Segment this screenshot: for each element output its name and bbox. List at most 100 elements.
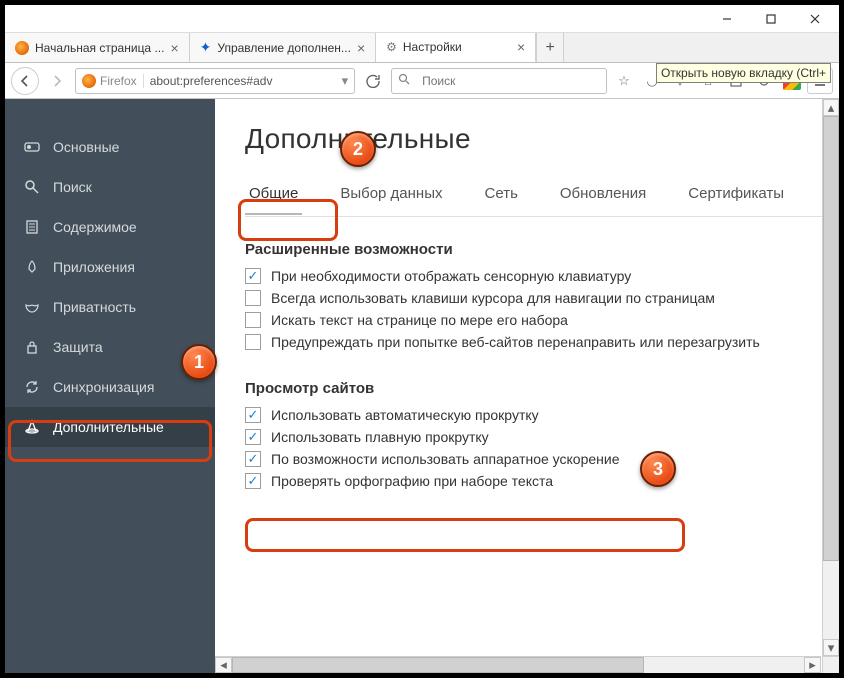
scroll-track[interactable] [823, 116, 839, 639]
window-minimize-button[interactable] [705, 6, 749, 32]
option-touch-keyboard: При необходимости отображать сенсорную к… [245, 268, 839, 284]
sidebar-item-label: Защита [53, 339, 103, 355]
option-label: Использовать плавную прокрутку [271, 429, 489, 445]
scroll-thumb[interactable] [823, 116, 839, 561]
sidebar-item-general[interactable]: Основные [5, 127, 215, 167]
search-box[interactable] [391, 68, 607, 94]
tab-addons[interactable]: ✦ Управление дополнен... × [190, 33, 376, 62]
close-icon[interactable]: × [517, 39, 525, 55]
scroll-thumb[interactable] [232, 657, 644, 673]
sidebar-item-privacy[interactable]: Приватность [5, 287, 215, 327]
dropdown-icon[interactable]: ▾ [336, 73, 355, 89]
firefox-icon [15, 41, 29, 55]
option-hardware-acceleration: По возможности использовать аппаратное у… [245, 451, 839, 467]
switch-icon [23, 139, 41, 155]
tab-label: Начальная страница ... [35, 41, 164, 55]
option-label: При необходимости отображать сенсорную к… [271, 268, 631, 284]
option-checkbox[interactable] [245, 290, 261, 306]
url-bar[interactable]: Firefox ▾ [75, 68, 355, 94]
sidebar-item-sync[interactable]: Синхронизация [5, 367, 215, 407]
option-warn-redirect: Предупреждать при попытке веб-сайтов пер… [245, 334, 839, 350]
option-label: По возможности использовать аппаратное у… [271, 451, 620, 467]
close-icon[interactable]: × [170, 40, 178, 56]
settings-content: Дополнительные Общие Выбор данных Сеть О… [215, 99, 839, 673]
option-autoscroll: Использовать автоматическую прокрутку [245, 407, 839, 423]
sidebar-item-label: Дополнительные [53, 419, 164, 435]
subtab-data-choices[interactable]: Выбор данных [336, 179, 446, 214]
option-label: Искать текст на странице по мере его наб… [271, 312, 568, 328]
wizard-hat-icon [23, 419, 41, 435]
tab-settings[interactable]: ⚙ Настройки × [376, 33, 536, 62]
sidebar-item-search[interactable]: Поиск [5, 167, 215, 207]
gear-icon: ⚙ [386, 40, 397, 54]
option-checkbox[interactable] [245, 451, 261, 467]
option-search-typing: Искать текст на странице по мере его наб… [245, 312, 839, 328]
sidebar-item-label: Приватность [53, 299, 136, 315]
url-input[interactable] [144, 74, 336, 88]
new-tab-tooltip: Открыть новую вкладку (Ctrl+ [656, 63, 831, 83]
sidebar-item-label: Основные [53, 139, 119, 155]
tab-strip-fill [564, 33, 839, 62]
subtab-updates[interactable]: Обновления [556, 179, 650, 214]
star-icon[interactable]: ☆ [611, 68, 637, 94]
window-close-button[interactable] [793, 6, 837, 32]
option-spellcheck: Проверять орфографию при наборе текста [245, 473, 839, 489]
sidebar-item-label: Содержимое [53, 219, 137, 235]
scroll-right-button[interactable]: ▸ [804, 657, 821, 673]
tab-start-page[interactable]: Начальная страница ... × [5, 33, 190, 62]
sidebar-item-label: Приложения [53, 259, 135, 275]
option-label: Предупреждать при попытке веб-сайтов пер… [271, 334, 760, 350]
subtab-general[interactable]: Общие [245, 179, 302, 214]
search-icon [392, 73, 416, 88]
option-checkbox[interactable] [245, 334, 261, 350]
option-cursor-keys: Всегда использовать клавиши курсора для … [245, 290, 839, 306]
main-area: Основные Поиск Содержимое Приложения При… [5, 99, 839, 673]
sidebar-item-security[interactable]: Защита [5, 327, 215, 367]
nav-back-button[interactable] [11, 67, 39, 95]
firefox-icon [82, 74, 96, 88]
advanced-subtabs: Общие Выбор данных Сеть Обновления Серти… [245, 179, 839, 217]
subtab-network[interactable]: Сеть [481, 179, 522, 214]
option-label: Проверять орфографию при наборе текста [271, 473, 553, 489]
horizontal-scrollbar[interactable]: ◂ ▸ [215, 656, 821, 673]
scroll-up-button[interactable]: ▴ [823, 99, 839, 116]
identity-box[interactable]: Firefox [76, 74, 144, 88]
mask-icon [23, 299, 41, 315]
puzzle-icon: ✦ [200, 39, 212, 56]
sidebar-item-content[interactable]: Содержимое [5, 207, 215, 247]
option-smooth-scroll: Использовать плавную прокрутку [245, 429, 839, 445]
rocket-icon [23, 259, 41, 275]
window-titlebar [5, 5, 839, 33]
option-checkbox[interactable] [245, 407, 261, 423]
option-checkbox[interactable] [245, 268, 261, 284]
option-checkbox[interactable] [245, 429, 261, 445]
scroll-track[interactable] [232, 657, 804, 673]
scroll-corner [822, 656, 839, 673]
sidebar-item-applications[interactable]: Приложения [5, 247, 215, 287]
option-label: Всегда использовать клавиши курсора для … [271, 290, 715, 306]
vertical-scrollbar[interactable]: ▴ ▾ [822, 99, 839, 656]
reload-button[interactable] [359, 67, 387, 95]
tab-strip: Начальная страница ... × ✦ Управление до… [5, 33, 839, 63]
scroll-down-button[interactable]: ▾ [823, 639, 839, 656]
window-maximize-button[interactable] [749, 6, 793, 32]
option-label: Использовать автоматическую прокрутку [271, 407, 539, 423]
sidebar-item-label: Синхронизация [53, 379, 154, 395]
page-title: Дополнительные [245, 123, 839, 155]
option-checkbox[interactable] [245, 312, 261, 328]
search-icon [23, 179, 41, 195]
sync-icon [23, 379, 41, 395]
document-icon [23, 219, 41, 235]
settings-sidebar: Основные Поиск Содержимое Приложения При… [5, 99, 215, 673]
section-heading-browsing: Просмотр сайтов [245, 380, 839, 397]
scroll-left-button[interactable]: ◂ [215, 657, 232, 673]
new-tab-button[interactable]: + [536, 33, 564, 62]
option-checkbox[interactable] [245, 473, 261, 489]
sidebar-item-advanced[interactable]: Дополнительные [5, 407, 215, 447]
subtab-certificates[interactable]: Сертификаты [684, 179, 788, 214]
sidebar-item-label: Поиск [53, 179, 92, 195]
nav-forward-button[interactable] [43, 67, 71, 95]
close-icon[interactable]: × [357, 40, 365, 56]
search-input[interactable] [416, 74, 606, 88]
lock-icon [23, 339, 41, 355]
